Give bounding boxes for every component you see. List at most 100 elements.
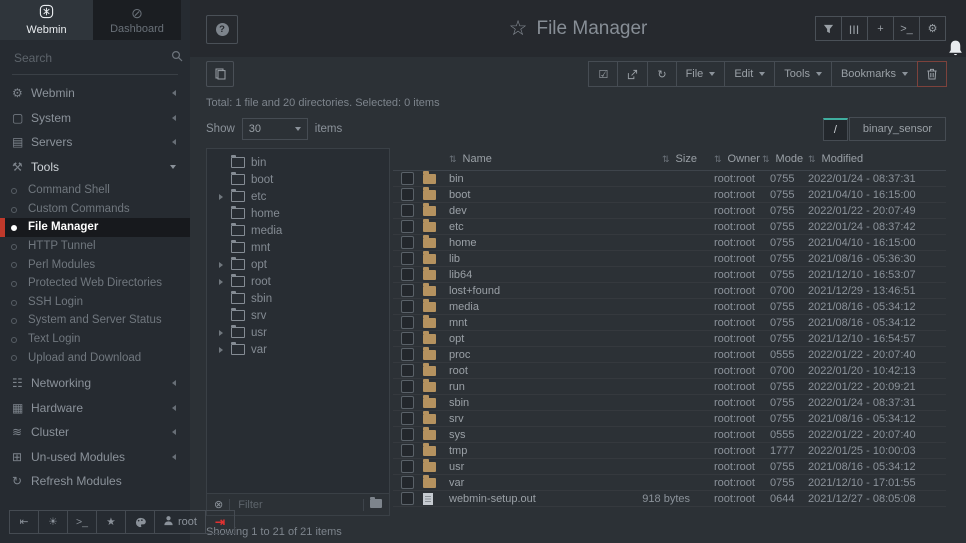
new-tab-button[interactable]: + <box>867 16 894 41</box>
table-row[interactable]: procroot:root05552022/01/22 - 20:07:40 <box>393 347 946 363</box>
column-header-size[interactable]: ⇅ Size <box>612 153 700 165</box>
table-row[interactable]: bootroot:root07552021/04/10 - 16:15:00 <box>393 187 946 203</box>
table-row[interactable]: tmproot:root17772022/01/25 - 10:00:03 <box>393 443 946 459</box>
row-checkbox[interactable] <box>401 364 414 377</box>
theme-sun-icon[interactable]: ☀ <box>38 510 68 534</box>
tree-item-media[interactable]: media <box>207 222 389 239</box>
table-row[interactable]: devroot:root07552022/01/22 - 20:07:49 <box>393 203 946 219</box>
breadcrumb-root-button[interactable]: / <box>823 118 848 141</box>
table-row[interactable]: homeroot:root07552021/04/10 - 16:15:00 <box>393 235 946 251</box>
shell-icon[interactable]: >_ <box>67 510 97 534</box>
sidebar-item-text-login[interactable]: Text Login <box>0 330 190 349</box>
expander-icon[interactable] <box>216 262 225 268</box>
row-checkbox[interactable] <box>401 380 414 393</box>
table-row[interactable]: rootroot:root07002022/01/20 - 10:42:13 <box>393 363 946 379</box>
table-row[interactable]: runroot:root07552022/01/22 - 20:09:21 <box>393 379 946 395</box>
sidebar-item-hardware[interactable]: ▦Hardware <box>0 395 190 420</box>
page-size-select[interactable]: 30 <box>242 118 308 140</box>
favorite-star-icon[interactable]: ☆ <box>509 16 528 41</box>
tree-item-srv[interactable]: srv <box>207 307 389 324</box>
edit-menu-button[interactable]: Edit <box>724 61 775 87</box>
table-row[interactable]: libroot:root07552021/08/16 - 05:36:30 <box>393 251 946 267</box>
bookmarks-menu-button[interactable]: Bookmarks <box>831 61 918 87</box>
column-header-mode[interactable]: ⇅ Mode <box>760 153 804 165</box>
column-header-owner[interactable]: ⇅ Owner <box>700 153 760 165</box>
notification-bell-icon[interactable] <box>947 39 964 63</box>
row-checkbox[interactable] <box>401 428 414 441</box>
column-header-name[interactable]: ⇅ Name <box>449 153 612 165</box>
settings-button[interactable]: ⚙ <box>919 16 946 41</box>
trash-button[interactable] <box>917 61 947 87</box>
row-checkbox[interactable] <box>401 300 414 313</box>
row-checkbox[interactable] <box>401 204 414 217</box>
sidebar-item-protected-web-directories[interactable]: Protected Web Directories <box>0 274 190 293</box>
tree-item-home[interactable]: home <box>207 205 389 222</box>
row-checkbox[interactable] <box>401 412 414 425</box>
tree-item-bin[interactable]: bin <box>207 154 389 171</box>
tree-folder-button[interactable] <box>370 499 382 511</box>
expander-icon[interactable] <box>216 347 225 353</box>
row-checkbox[interactable] <box>401 460 414 473</box>
user-button[interactable]: root <box>154 510 206 534</box>
filter-button[interactable] <box>815 16 842 41</box>
sidebar-item-un-used-modules[interactable]: ⊞Un-used Modules <box>0 444 190 469</box>
table-row[interactable]: usrroot:root07552021/08/16 - 05:34:12 <box>393 459 946 475</box>
row-checkbox[interactable] <box>401 188 414 201</box>
collapse-sidebar-icon[interactable]: ⇤ <box>9 510 39 534</box>
tree-filter-input[interactable] <box>236 498 357 512</box>
table-row[interactable]: lib64root:root07552021/12/10 - 16:53:07 <box>393 267 946 283</box>
sidebar-item-system[interactable]: ▢System <box>0 106 190 131</box>
table-row[interactable]: optroot:root07552021/12/10 - 16:54:57 <box>393 331 946 347</box>
table-row[interactable]: mediaroot:root07552021/08/16 - 05:34:12 <box>393 299 946 315</box>
sidebar-item-networking[interactable]: ☷Networking <box>0 371 190 396</box>
expander-icon[interactable] <box>216 194 225 200</box>
tools-menu-button[interactable]: Tools <box>774 61 832 87</box>
columns-button[interactable]: ||| <box>841 16 868 41</box>
table-row[interactable]: lost+foundroot:root07002021/12/29 - 13:4… <box>393 283 946 299</box>
tree-item-root[interactable]: root <box>207 273 389 290</box>
row-checkbox[interactable] <box>401 268 414 281</box>
tree-item-etc[interactable]: etc <box>207 188 389 205</box>
select-all-button[interactable]: ☑ <box>588 61 618 87</box>
palette-icon[interactable] <box>125 510 155 534</box>
sidebar-item-command-shell[interactable]: Command Shell <box>0 181 190 200</box>
terminal-button[interactable]: >_ <box>893 16 920 41</box>
tree-item-opt[interactable]: opt <box>207 256 389 273</box>
paste-buffer-button[interactable] <box>206 61 234 87</box>
file-menu-button[interactable]: File <box>676 61 726 87</box>
favorites-star-icon[interactable]: ★ <box>96 510 126 534</box>
tab-dashboard[interactable]: ⊘ Dashboard <box>93 0 181 40</box>
sidebar-item-system-and-server-status[interactable]: System and Server Status <box>0 311 190 330</box>
share-button[interactable] <box>617 61 648 87</box>
logout-icon[interactable]: ⇥ <box>205 510 235 534</box>
row-checkbox[interactable] <box>401 284 414 297</box>
table-row[interactable]: varroot:root07552021/12/10 - 17:01:55 <box>393 475 946 491</box>
row-checkbox[interactable] <box>401 172 414 185</box>
column-header-modified[interactable]: ⇅ Modified <box>804 153 946 165</box>
expander-icon[interactable] <box>216 279 225 285</box>
breadcrumb-segment-button[interactable]: binary_sensor <box>849 117 946 141</box>
row-checkbox[interactable] <box>401 476 414 489</box>
tree-item-mnt[interactable]: mnt <box>207 239 389 256</box>
tree-item-sbin[interactable]: sbin <box>207 290 389 307</box>
row-checkbox[interactable] <box>401 396 414 409</box>
tree-item-var[interactable]: var <box>207 341 389 358</box>
tree-item-usr[interactable]: usr <box>207 324 389 341</box>
table-row[interactable]: etcroot:root07552022/01/24 - 08:37:42 <box>393 219 946 235</box>
table-row[interactable]: sysroot:root05552022/01/22 - 20:07:40 <box>393 427 946 443</box>
sidebar-item-webmin[interactable]: ⚙Webmin <box>0 81 190 106</box>
table-row[interactable]: sbinroot:root07552022/01/24 - 08:37:31 <box>393 395 946 411</box>
row-checkbox[interactable] <box>401 252 414 265</box>
sidebar-item-refresh-modules[interactable]: ↻Refresh Modules <box>0 469 190 494</box>
table-row[interactable]: binroot:root07552022/01/24 - 08:37:31 <box>393 171 946 187</box>
sidebar-item-file-manager[interactable]: File Manager <box>0 218 190 237</box>
row-checkbox[interactable] <box>401 220 414 233</box>
row-checkbox[interactable] <box>401 348 414 361</box>
search-input[interactable] <box>12 50 171 66</box>
sidebar-item-tools[interactable]: ⚒Tools <box>0 155 190 180</box>
row-checkbox[interactable] <box>401 316 414 329</box>
row-checkbox[interactable] <box>401 444 414 457</box>
row-checkbox[interactable] <box>401 492 414 505</box>
sidebar-item-ssh-login[interactable]: SSH Login <box>0 293 190 312</box>
row-checkbox[interactable] <box>401 332 414 345</box>
